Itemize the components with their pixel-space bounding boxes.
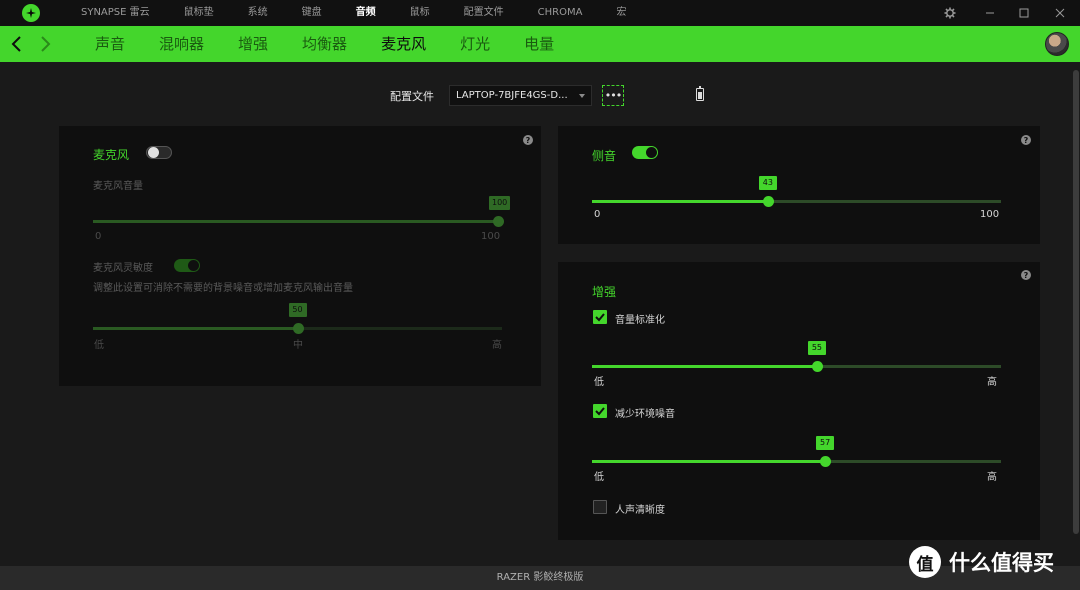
tab-power[interactable]: 电量: [507, 26, 571, 62]
slider-value-bubble: 50: [288, 303, 307, 317]
volume-normalization-slider[interactable]: 55: [592, 341, 1001, 377]
tab-microphone[interactable]: 麦克风: [364, 26, 443, 62]
checkmark-icon: [595, 313, 605, 322]
sidetone-slider[interactable]: 43: [592, 176, 1001, 212]
close-icon[interactable]: [1049, 0, 1071, 26]
mic-sensitivity-toggle[interactable]: [174, 259, 200, 272]
noise-reduction-low-label: 低: [594, 472, 604, 483]
top-nav: SYNAPSE 雷云 鼠标垫 系统 键盘 音频 鼠标 配置文件 CHROMA 宏: [64, 0, 643, 26]
battery-icon: [696, 86, 704, 101]
mic-volume-max-label: 100: [481, 231, 501, 242]
mic-volume-min-label: 0: [95, 231, 102, 242]
slider-thumb[interactable]: [292, 323, 304, 334]
user-avatar[interactable]: [1045, 32, 1069, 56]
volume-normalization-high-label: 高: [987, 377, 997, 388]
volume-normalization-low-label: 低: [594, 377, 604, 388]
vertical-scrollbar[interactable]: [1072, 62, 1080, 566]
microphone-panel: ? 麦克风 麦克风音量 100 0 100 麦克风灵敏度 调整此设置可消除不需要…: [59, 126, 541, 386]
top-nav-synapse[interactable]: SYNAPSE 雷云: [64, 0, 167, 26]
microphone-toggle[interactable]: [146, 146, 172, 159]
profile-more-button[interactable]: •••: [602, 85, 624, 106]
sidetone-min-label: 0: [594, 209, 601, 220]
forward-arrow-icon[interactable]: [38, 34, 52, 54]
voice-clarity-checkbox[interactable]: [593, 500, 607, 514]
top-nav-chroma[interactable]: CHROMA: [521, 0, 600, 26]
profile-dropdown-value: LAPTOP-7BJFE4GS-D...: [456, 90, 568, 101]
top-nav-audio[interactable]: 音频: [339, 0, 393, 26]
enhancement-panel: ? 增强 音量标准化 55 低 高 减少环境噪音 57 低 高 人声清晰度: [558, 262, 1040, 540]
microphone-title: 麦克风: [93, 148, 130, 162]
voice-clarity-label: 人声清晰度: [615, 505, 665, 516]
watermark-logo-icon: 值: [909, 546, 941, 578]
slider-value-bubble: 43: [758, 176, 777, 190]
noise-reduction-high-label: 高: [987, 472, 997, 483]
help-icon[interactable]: ?: [1021, 135, 1031, 145]
checkmark-icon: [595, 407, 605, 416]
top-nav-mousepad[interactable]: 鼠标垫: [167, 0, 231, 26]
slider-value-bubble: 57: [816, 436, 835, 450]
razer-logo-icon[interactable]: [22, 4, 40, 22]
chevron-down-icon: [579, 94, 585, 98]
tab-mixer[interactable]: 混响器: [142, 26, 221, 62]
mic-sensitivity-description: 调整此设置可消除不需要的背景噪音或增加麦克风输出音量: [93, 283, 353, 294]
tab-sound[interactable]: 声音: [78, 26, 142, 62]
minimize-icon[interactable]: [979, 0, 1001, 26]
mic-volume-slider[interactable]: 100: [93, 196, 511, 232]
noise-reduction-label: 减少环境噪音: [615, 409, 675, 420]
slider-thumb[interactable]: [820, 456, 832, 467]
enhancement-title: 增强: [592, 285, 617, 299]
slider-thumb[interactable]: [762, 196, 774, 207]
top-nav-system[interactable]: 系统: [231, 0, 285, 26]
help-icon[interactable]: ?: [523, 135, 533, 145]
slider-thumb[interactable]: [493, 216, 504, 227]
slider-value-bubble: 55: [807, 341, 826, 355]
sidetone-max-label: 100: [980, 209, 1000, 220]
settings-gear-icon[interactable]: [939, 0, 961, 26]
volume-normalization-label: 音量标准化: [615, 315, 665, 326]
profile-dropdown[interactable]: LAPTOP-7BJFE4GS-D...: [449, 85, 592, 106]
help-icon[interactable]: ?: [1021, 270, 1031, 280]
tab-enhancement[interactable]: 增强: [221, 26, 285, 62]
watermark: 值 什么值得买: [909, 546, 1054, 578]
sub-nav: 声音 混响器 增强 均衡器 麦克风 灯光 电量: [0, 26, 1080, 62]
mic-sensitivity-high-label: 高: [492, 340, 502, 351]
top-nav-macro[interactable]: 宏: [599, 0, 643, 26]
noise-reduction-slider[interactable]: 57: [592, 436, 1001, 472]
mic-sensitivity-mid-label: 中: [293, 340, 303, 351]
tab-equalizer[interactable]: 均衡器: [285, 26, 364, 62]
back-arrow-icon[interactable]: [10, 34, 24, 54]
scrollbar-thumb[interactable]: [1073, 70, 1079, 534]
sidetone-title: 侧音: [592, 149, 617, 163]
mic-sensitivity-low-label: 低: [94, 340, 104, 351]
sidetone-toggle[interactable]: [632, 146, 658, 159]
sidetone-panel: ? 侧音 43 0 100: [558, 126, 1040, 244]
mic-volume-label: 麦克风音量: [93, 181, 143, 192]
mic-sensitivity-label: 麦克风灵敏度: [93, 263, 153, 274]
tab-lighting[interactable]: 灯光: [443, 26, 507, 62]
maximize-icon[interactable]: [1013, 0, 1035, 26]
slider-thumb[interactable]: [811, 361, 823, 372]
slider-value-bubble: 100: [489, 196, 511, 210]
title-bar: SYNAPSE 雷云 鼠标垫 系统 键盘 音频 鼠标 配置文件 CHROMA 宏: [0, 0, 1080, 26]
top-nav-mouse[interactable]: 鼠标: [393, 0, 447, 26]
profile-label: 配置文件: [390, 90, 434, 103]
watermark-text: 什么值得买: [949, 551, 1054, 575]
noise-reduction-checkbox[interactable]: [593, 404, 607, 418]
sub-tabs: 声音 混响器 增强 均衡器 麦克风 灯光 电量: [78, 26, 571, 62]
top-nav-keyboard[interactable]: 键盘: [285, 0, 339, 26]
volume-normalization-checkbox[interactable]: [593, 310, 607, 324]
top-nav-profiles[interactable]: 配置文件: [447, 0, 521, 26]
